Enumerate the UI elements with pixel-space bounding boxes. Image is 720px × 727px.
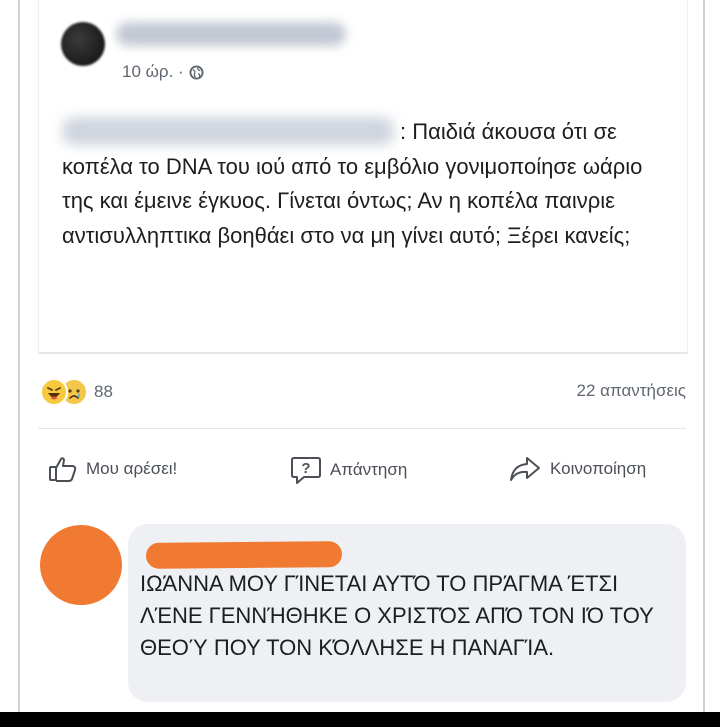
author-avatar[interactable] bbox=[61, 22, 105, 66]
reply-button[interactable]: ? Απάντηση bbox=[290, 455, 407, 485]
reaction-icons[interactable]: 88 bbox=[40, 378, 113, 406]
share-arrow-icon bbox=[510, 457, 540, 481]
post-timestamp[interactable]: 10 ώρ. · bbox=[122, 62, 204, 82]
thumbs-up-icon bbox=[49, 457, 77, 482]
reply-label: Απάντηση bbox=[330, 460, 408, 479]
actions-divider bbox=[38, 428, 686, 429]
globe-icon bbox=[189, 64, 204, 80]
like-button[interactable]: Μου αρέσει! bbox=[48, 455, 177, 483]
author-name-blurred[interactable] bbox=[116, 22, 346, 46]
commenter-avatar-redacted[interactable] bbox=[40, 525, 122, 605]
frame-right-edge bbox=[703, 0, 705, 712]
haha-emoji-icon bbox=[40, 378, 68, 406]
comment-text: ΙΩΆΝΝΑ ΜΟΥ ΓΊΝΕΤΑΙ ΑΥΤΌ ΤΟ ΠΡΆΓΜΑ ΈΤΣΙ Λ… bbox=[140, 571, 654, 660]
frame-left-edge bbox=[18, 0, 20, 712]
replies-count[interactable]: 22 απαντήσεις bbox=[577, 381, 687, 401]
reaction-count: 88 bbox=[94, 382, 113, 401]
share-label: Κοινοποίηση bbox=[550, 459, 647, 478]
post-text-line1: : Παιδιά άκουσα ότι bbox=[400, 119, 588, 144]
post-body: : Παιδιά άκουσα ότι σε κοπέλα το DNA του… bbox=[62, 115, 662, 253]
post-time-text: 10 ώρ. · bbox=[122, 62, 184, 81]
screen-bottom-bar bbox=[0, 712, 720, 727]
commenter-name-redacted[interactable] bbox=[145, 541, 343, 569]
reaction-summary: 88 22 απαντήσεις bbox=[38, 378, 686, 408]
question-bubble-icon: ? bbox=[291, 457, 321, 484]
share-button[interactable]: Κοινοποίηση bbox=[508, 455, 646, 483]
svg-text:?: ? bbox=[301, 460, 310, 477]
like-label: Μου αρέσει! bbox=[86, 459, 178, 478]
